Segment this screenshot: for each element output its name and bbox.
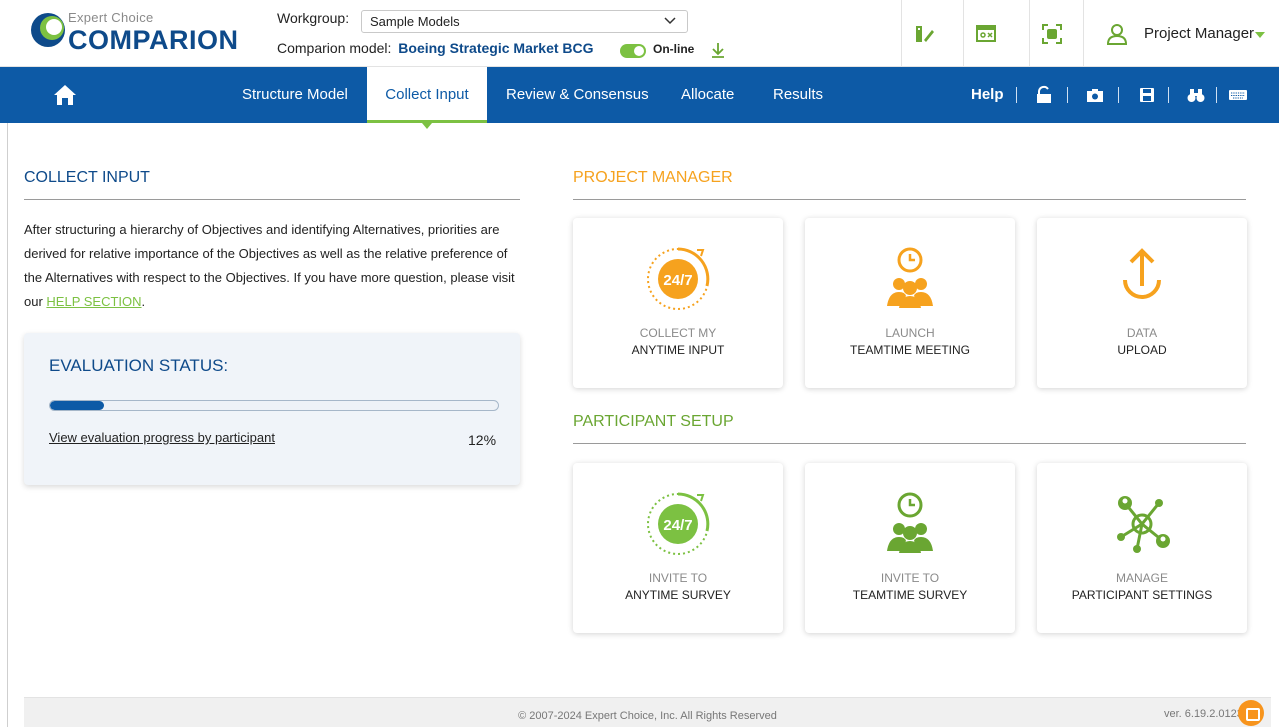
card-label-main: PARTICIPANT SETTINGS: [1071, 588, 1213, 602]
user-name: Project Manager: [1144, 25, 1255, 42]
version-text: ver. 6.19.2.01232: [1163, 708, 1249, 720]
upload-arrow-icon: [1123, 248, 1161, 299]
launch-teamtime-meeting-card[interactable]: LAUNCH TEAMTIME MEETING: [805, 218, 1015, 388]
logo-mark-icon: [31, 13, 65, 47]
manage-participant-settings-card[interactable]: MANAGE PARTICIPANT SETTINGS: [1037, 463, 1247, 633]
collect-input-description: After structuring a hierarchy of Objecti…: [24, 218, 524, 314]
nav-structure-model[interactable]: Structure Model: [226, 67, 364, 123]
logo-subtitle: Expert Choice: [68, 10, 154, 25]
invite-teamtime-survey-card[interactable]: INVITE TO TEAMTIME SURVEY: [805, 463, 1015, 633]
workgroup-label: Workgroup:: [277, 10, 350, 26]
invite-anytime-survey-card[interactable]: 24/7 INVITE TO ANYTIME SURVEY: [573, 463, 783, 633]
card-label-top: LAUNCH: [885, 326, 935, 340]
teamtime-clock-people-icon: [887, 247, 933, 308]
evaluation-progress-bar: [49, 400, 499, 411]
participant-network-icon: [1117, 496, 1170, 553]
keyboard-icon[interactable]: [1228, 85, 1248, 105]
chevron-down-icon: [664, 17, 676, 25]
header-presentation-button[interactable]: [963, 0, 1007, 67]
save-icon[interactable]: [1137, 85, 1157, 105]
card-label-main: UPLOAD: [1117, 343, 1167, 357]
card-label-top: INVITE TO: [648, 571, 708, 585]
camera-icon[interactable]: [1085, 85, 1105, 105]
help-section-link[interactable]: HELP SECTION: [46, 294, 141, 309]
fullscreen-icon: [1041, 23, 1062, 44]
anytime-24-7-icon: 24/7: [647, 492, 710, 555]
nav-divider: [1118, 87, 1119, 103]
user-menu[interactable]: Project Manager: [1083, 0, 1279, 67]
workgroup-select[interactable]: Sample Models: [361, 10, 688, 33]
copyright-text: © 2007-2024 Expert Choice, Inc. All Righ…: [518, 710, 777, 722]
svg-text:24/7: 24/7: [663, 272, 692, 289]
card-label-top: COLLECT MY: [639, 326, 717, 340]
workgroup-value: Sample Models: [370, 14, 460, 29]
svg-text:24/7: 24/7: [663, 517, 692, 534]
model-line: Comparion model: Boeing Strategic Market…: [277, 40, 594, 56]
header-palette-button[interactable]: [901, 0, 945, 67]
header-fullscreen-button[interactable]: [1029, 0, 1073, 67]
chat-icon[interactable]: [1238, 700, 1264, 726]
view-progress-link[interactable]: View evaluation progress by participant: [49, 430, 275, 445]
app-header: Expert Choice COMPARION Workgroup: Sampl…: [0, 0, 1279, 67]
binoculars-icon[interactable]: [1186, 85, 1206, 105]
collect-anytime-input-card[interactable]: 24/7 COLLECT MY ANYTIME INPUT: [573, 218, 783, 388]
participant-setup-divider: [573, 443, 1246, 444]
nav-divider: [1067, 87, 1068, 103]
anytime-24-7-icon: 24/7: [647, 247, 710, 310]
nav-help[interactable]: Help: [971, 67, 1004, 123]
caret-down-icon: [1255, 32, 1265, 38]
card-label-top: MANAGE: [1115, 571, 1168, 585]
teamtime-clock-people-icon: [887, 492, 933, 553]
data-upload-card[interactable]: DATA UPLOAD: [1037, 218, 1247, 388]
online-status: On-line: [653, 42, 695, 56]
presentation-icon: [975, 24, 996, 42]
card-label-top: DATA: [1126, 326, 1158, 340]
color-palette-icon: [915, 25, 934, 42]
evaluation-status-title: EVALUATION STATUS:: [49, 356, 229, 375]
model-label: Comparion model:: [277, 40, 392, 56]
main-nav: Structure Model Collect Input Review & C…: [0, 67, 1279, 129]
participant-setup-title: PARTICIPANT SETUP: [573, 413, 734, 430]
nav-results[interactable]: Results: [757, 67, 839, 123]
collect-input-divider: [24, 199, 520, 200]
nav-divider: [1016, 87, 1017, 103]
card-label-main: TEAMTIME MEETING: [850, 343, 970, 357]
card-label-top: INVITE TO: [880, 571, 940, 585]
card-label-main: ANYTIME SURVEY: [625, 588, 731, 602]
project-manager-divider: [573, 199, 1246, 200]
home-icon[interactable]: [53, 83, 77, 107]
comparion-logo[interactable]: Expert Choice COMPARION: [30, 8, 240, 60]
user-icon: [1106, 24, 1128, 45]
page-left-border: [7, 123, 8, 727]
evaluation-status-card: EVALUATION STATUS: View evaluation progr…: [24, 333, 520, 485]
evaluation-percent: 12%: [468, 432, 497, 448]
download-icon[interactable]: [711, 42, 725, 58]
nav-allocate[interactable]: Allocate: [665, 67, 750, 123]
unlock-icon[interactable]: [1034, 85, 1054, 105]
nav-divider: [1168, 87, 1169, 103]
intro-end: .: [141, 294, 146, 309]
nav-review-consensus[interactable]: Review & Consensus: [490, 67, 665, 123]
nav-collect-input[interactable]: Collect Input: [367, 67, 487, 129]
card-label-main: TEAMTIME SURVEY: [852, 588, 968, 602]
card-label-main: ANYTIME INPUT: [631, 343, 725, 357]
model-name[interactable]: Boeing Strategic Market BCG: [398, 40, 593, 56]
logo-title: COMPARION: [68, 25, 239, 55]
page-footer: © 2007-2024 Expert Choice, Inc. All Righ…: [24, 697, 1271, 727]
project-manager-title: PROJECT MANAGER: [573, 169, 733, 186]
nav-divider: [1216, 87, 1217, 103]
online-toggle[interactable]: [620, 44, 646, 58]
evaluation-progress-fill: [50, 401, 104, 410]
collect-input-title: COLLECT INPUT: [24, 169, 150, 186]
